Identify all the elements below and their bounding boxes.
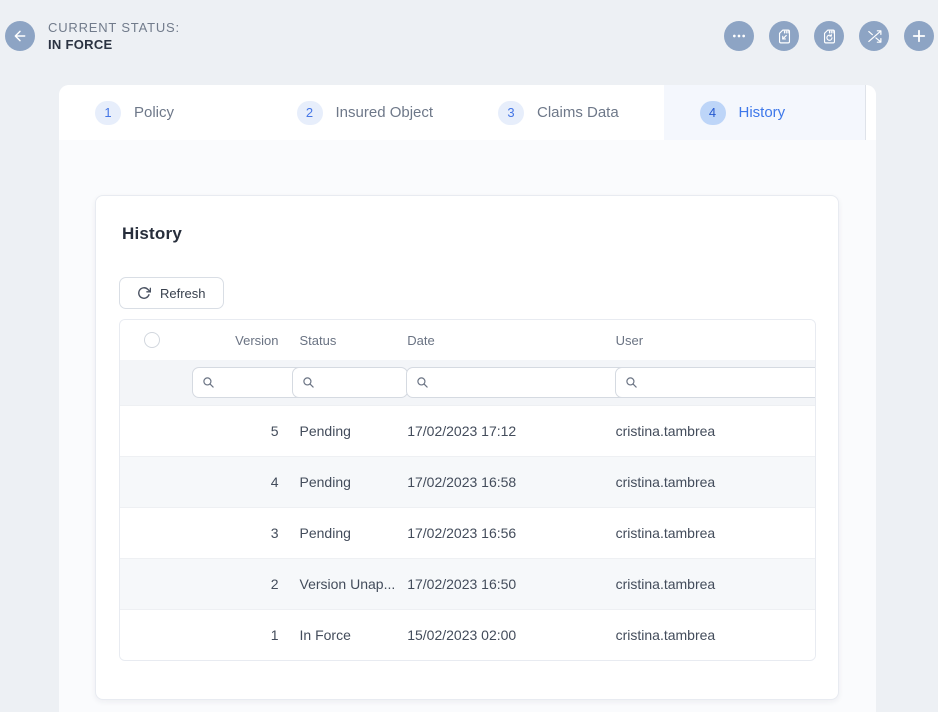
row-date: 17/02/2023 16:58 (399, 474, 607, 490)
current-status-label: CURRENT STATUS: (48, 20, 180, 35)
header-select-cell (120, 332, 185, 348)
more-options-button[interactable] (724, 21, 754, 51)
row-date: 17/02/2023 17:12 (399, 423, 607, 439)
row-user: cristina.tambrea (608, 525, 815, 541)
row-status: Version Unap... (285, 576, 400, 592)
tab-policy[interactable]: 1 Policy (59, 85, 261, 140)
tab-label: Insured Object (336, 104, 434, 121)
history-card: History Refresh Version Status Date User (95, 195, 839, 700)
table-row[interactable]: 4 Pending 17/02/2023 16:58 cristina.tamb… (120, 456, 815, 507)
ellipsis-icon (731, 28, 747, 44)
table-row[interactable]: 3 Pending 17/02/2023 16:56 cristina.tamb… (120, 507, 815, 558)
row-user: cristina.tambrea (608, 423, 815, 439)
tab-insured-object[interactable]: 2 Insured Object (261, 85, 463, 140)
card-sync-icon (821, 28, 838, 45)
status-filter (292, 367, 398, 398)
tab-label: Policy (134, 104, 174, 121)
current-status-value: IN FORCE (48, 37, 180, 52)
row-user: cristina.tambrea (608, 474, 815, 490)
row-user: cristina.tambrea (608, 627, 815, 643)
search-icon (202, 376, 215, 389)
user-filter-input[interactable] (645, 375, 816, 390)
row-version: 3 (185, 525, 285, 541)
row-status: Pending (285, 525, 400, 541)
table-row[interactable]: 2 Version Unap... 17/02/2023 16:50 crist… (120, 558, 815, 609)
column-header-status: Status (285, 333, 400, 348)
tab-label: Claims Data (537, 104, 619, 121)
header-action-buttons (724, 21, 934, 51)
refresh-icon (137, 286, 151, 300)
export-version-button[interactable] (769, 21, 799, 51)
tab-label: History (739, 104, 786, 121)
column-header-date: Date (399, 333, 607, 348)
search-icon (302, 376, 315, 389)
tab-number-badge: 2 (297, 101, 323, 125)
user-filter (615, 367, 816, 398)
column-header-version: Version (185, 333, 285, 348)
tab-claims-data[interactable]: 3 Claims Data (462, 85, 664, 140)
card-export-icon (776, 28, 793, 45)
row-version: 4 (185, 474, 285, 490)
card-title: History (122, 224, 182, 244)
table-filter-row (120, 360, 815, 405)
save-version-button[interactable] (814, 21, 844, 51)
current-status-block: CURRENT STATUS: IN FORCE (48, 20, 180, 52)
tab-number-badge: 4 (700, 101, 726, 125)
date-filter-input[interactable] (436, 375, 612, 390)
tab-number-badge: 1 (95, 101, 121, 125)
back-button[interactable] (5, 21, 35, 51)
table-header-row: Version Status Date User (120, 320, 815, 360)
row-version: 2 (185, 576, 285, 592)
row-status: In Force (285, 627, 400, 643)
search-icon (416, 376, 429, 389)
tab-history[interactable]: 4 History (664, 85, 867, 140)
column-header-user: User (608, 333, 815, 348)
wizard-tab-bar: 1 Policy 2 Insured Object 3 Claims Data … (59, 85, 876, 140)
status-filter-input[interactable] (322, 375, 398, 390)
search-icon (625, 376, 638, 389)
row-user: cristina.tambrea (608, 576, 815, 592)
table-row[interactable]: 5 Pending 17/02/2023 17:12 cristina.tamb… (120, 405, 815, 456)
history-table: Version Status Date User (119, 319, 816, 661)
refresh-button[interactable]: Refresh (119, 277, 224, 309)
merge-versions-button[interactable] (859, 21, 889, 51)
row-date: 15/02/2023 02:00 (399, 627, 607, 643)
add-new-button[interactable] (904, 21, 934, 51)
row-status: Pending (285, 423, 400, 439)
main-panel: 1 Policy 2 Insured Object 3 Claims Data … (59, 85, 876, 712)
row-date: 17/02/2023 16:50 (399, 576, 607, 592)
row-version: 5 (185, 423, 285, 439)
arrow-left-icon (12, 28, 28, 44)
top-bar: CURRENT STATUS: IN FORCE (0, 0, 938, 72)
tab-number-badge: 3 (498, 101, 524, 125)
shuffle-icon (866, 28, 883, 45)
plus-icon (910, 27, 928, 45)
select-all-checkbox[interactable] (144, 332, 160, 348)
row-date: 17/02/2023 16:56 (399, 525, 607, 541)
table-row[interactable]: 1 In Force 15/02/2023 02:00 cristina.tam… (120, 609, 815, 660)
refresh-button-label: Refresh (160, 286, 206, 301)
row-status: Pending (285, 474, 400, 490)
row-version: 1 (185, 627, 285, 643)
